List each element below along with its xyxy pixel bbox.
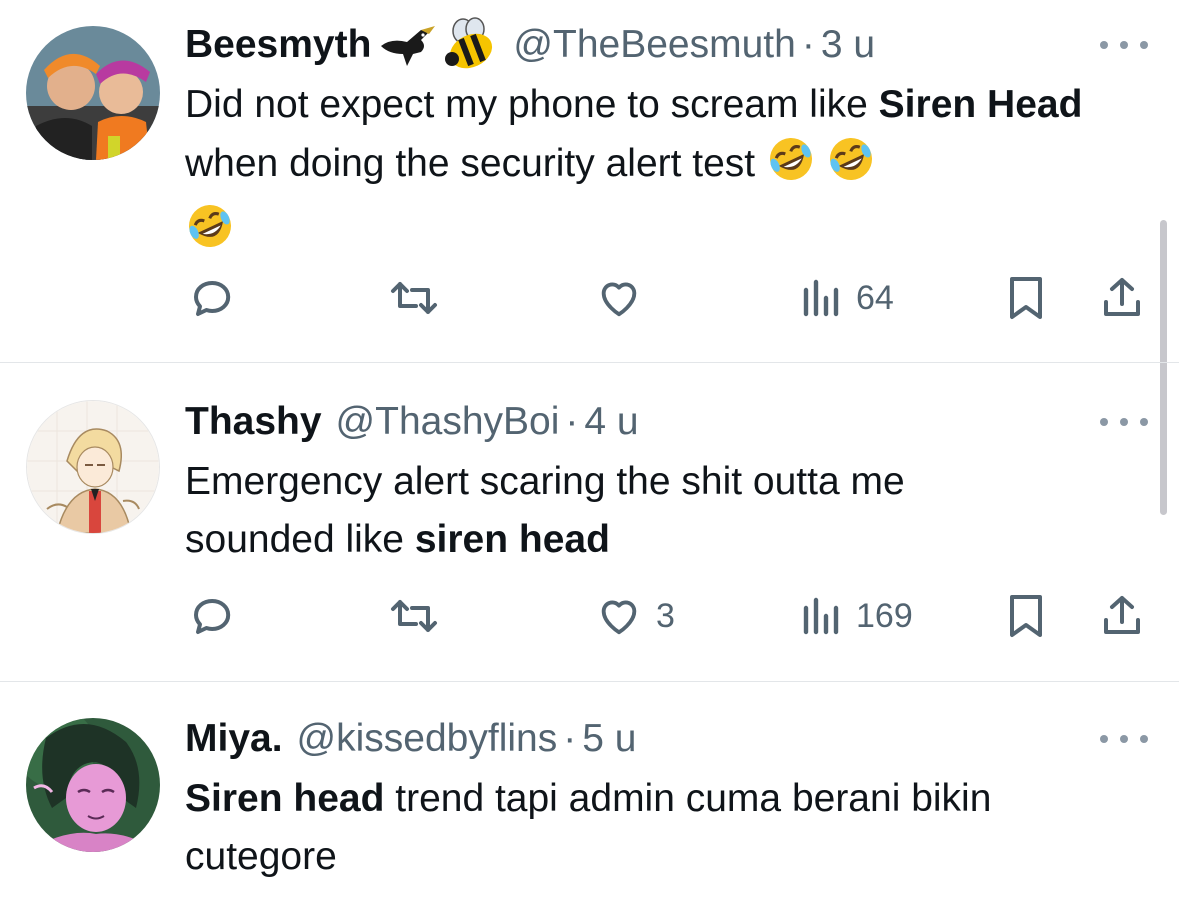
retweet-icon xyxy=(391,282,437,314)
views-icon xyxy=(803,597,839,635)
avatar[interactable] xyxy=(26,400,160,534)
bookmark-icon xyxy=(1010,277,1042,319)
views-icon xyxy=(803,279,839,317)
tweet-text-segment: sounded like xyxy=(185,518,415,561)
more-icon[interactable] xyxy=(1100,35,1148,55)
timestamp[interactable]: 5 u xyxy=(582,714,636,764)
reply-icon xyxy=(194,599,231,634)
action-bar: 3 169 xyxy=(0,586,1179,646)
heart-icon xyxy=(601,282,637,317)
display-name[interactable]: Miya. xyxy=(185,714,283,764)
tweet-text: Did not expect my phone to scream like S… xyxy=(185,76,1145,268)
action-bar: 64 xyxy=(0,268,1179,328)
separator-dot: · xyxy=(565,400,579,443)
tweet-text-segment: Did not expect my phone to scream like xyxy=(185,83,879,126)
retweet-button[interactable] xyxy=(388,268,454,328)
tweet-text-line: Emergency alert scaring the shit outta m… xyxy=(185,460,905,503)
share-icon xyxy=(1104,278,1140,316)
avatar[interactable] xyxy=(26,718,160,852)
tweet[interactable]: Beesmyth @TheBeesmuth · 3 u Did not expe… xyxy=(0,0,1179,362)
tweet[interactable]: Thashy @ThashyBoi · 4 u Emergency alert … xyxy=(0,363,1179,681)
share-button[interactable] xyxy=(1100,586,1144,646)
retweet-icon xyxy=(391,600,437,632)
tweet-text-bold: Siren head xyxy=(185,777,385,820)
reply-icon xyxy=(194,281,231,316)
views-count: 64 xyxy=(856,278,894,317)
like-button[interactable] xyxy=(596,268,656,328)
views-button[interactable]: 64 xyxy=(802,268,894,328)
separator-dot: · xyxy=(801,23,815,66)
bee-emoji xyxy=(443,17,499,73)
handle[interactable]: @TheBeesmuth xyxy=(513,20,795,70)
reply-button[interactable] xyxy=(188,268,250,328)
blackbird-emoji xyxy=(377,20,437,70)
heart-icon xyxy=(601,600,637,635)
timestamp[interactable]: 4 u xyxy=(584,397,638,447)
rolling-on-floor-laughing-emoji xyxy=(185,201,235,268)
tweet-text-segment: trend tapi admin cuma berani bikin xyxy=(384,777,992,820)
bookmark-button[interactable] xyxy=(1006,586,1046,646)
separator-dot: · xyxy=(563,717,577,760)
reply-button[interactable] xyxy=(188,586,250,646)
tweet-text-segment: when doing the security alert test xyxy=(185,142,766,185)
display-name[interactable]: Thashy xyxy=(185,397,322,447)
handle[interactable]: @ThashyBoi xyxy=(336,397,560,447)
rolling-on-floor-laughing-emoji xyxy=(766,134,816,201)
tweet-text: Emergency alert scaring the shit outta m… xyxy=(185,453,1145,569)
rolling-on-floor-laughing-emoji xyxy=(826,134,876,201)
bookmark-icon xyxy=(1010,595,1042,637)
handle[interactable]: @kissedbyflins xyxy=(297,714,558,764)
like-count: 3 xyxy=(656,596,675,635)
views-count: 169 xyxy=(856,596,913,635)
timestamp[interactable]: 3 u xyxy=(821,20,875,70)
display-name[interactable]: Beesmyth xyxy=(185,20,371,70)
more-icon[interactable] xyxy=(1100,729,1148,749)
retweet-button[interactable] xyxy=(388,586,454,646)
tweet-text-bold: Siren Head xyxy=(878,83,1083,126)
tweet-text-line: cutegore xyxy=(185,835,337,878)
more-icon[interactable] xyxy=(1100,412,1148,432)
tweet-text-bold: siren head xyxy=(414,518,610,561)
share-button[interactable] xyxy=(1100,268,1144,328)
avatar[interactable] xyxy=(26,26,160,160)
share-icon xyxy=(1104,596,1140,634)
tweet-text: Siren head trend tapi admin cuma berani … xyxy=(185,770,1145,886)
bookmark-button[interactable] xyxy=(1006,268,1046,328)
views-button[interactable]: 169 xyxy=(802,586,913,646)
like-button[interactable]: 3 xyxy=(596,586,675,646)
tweet[interactable]: Miya. @kissedbyflins · 5 u Siren head tr… xyxy=(0,682,1179,903)
